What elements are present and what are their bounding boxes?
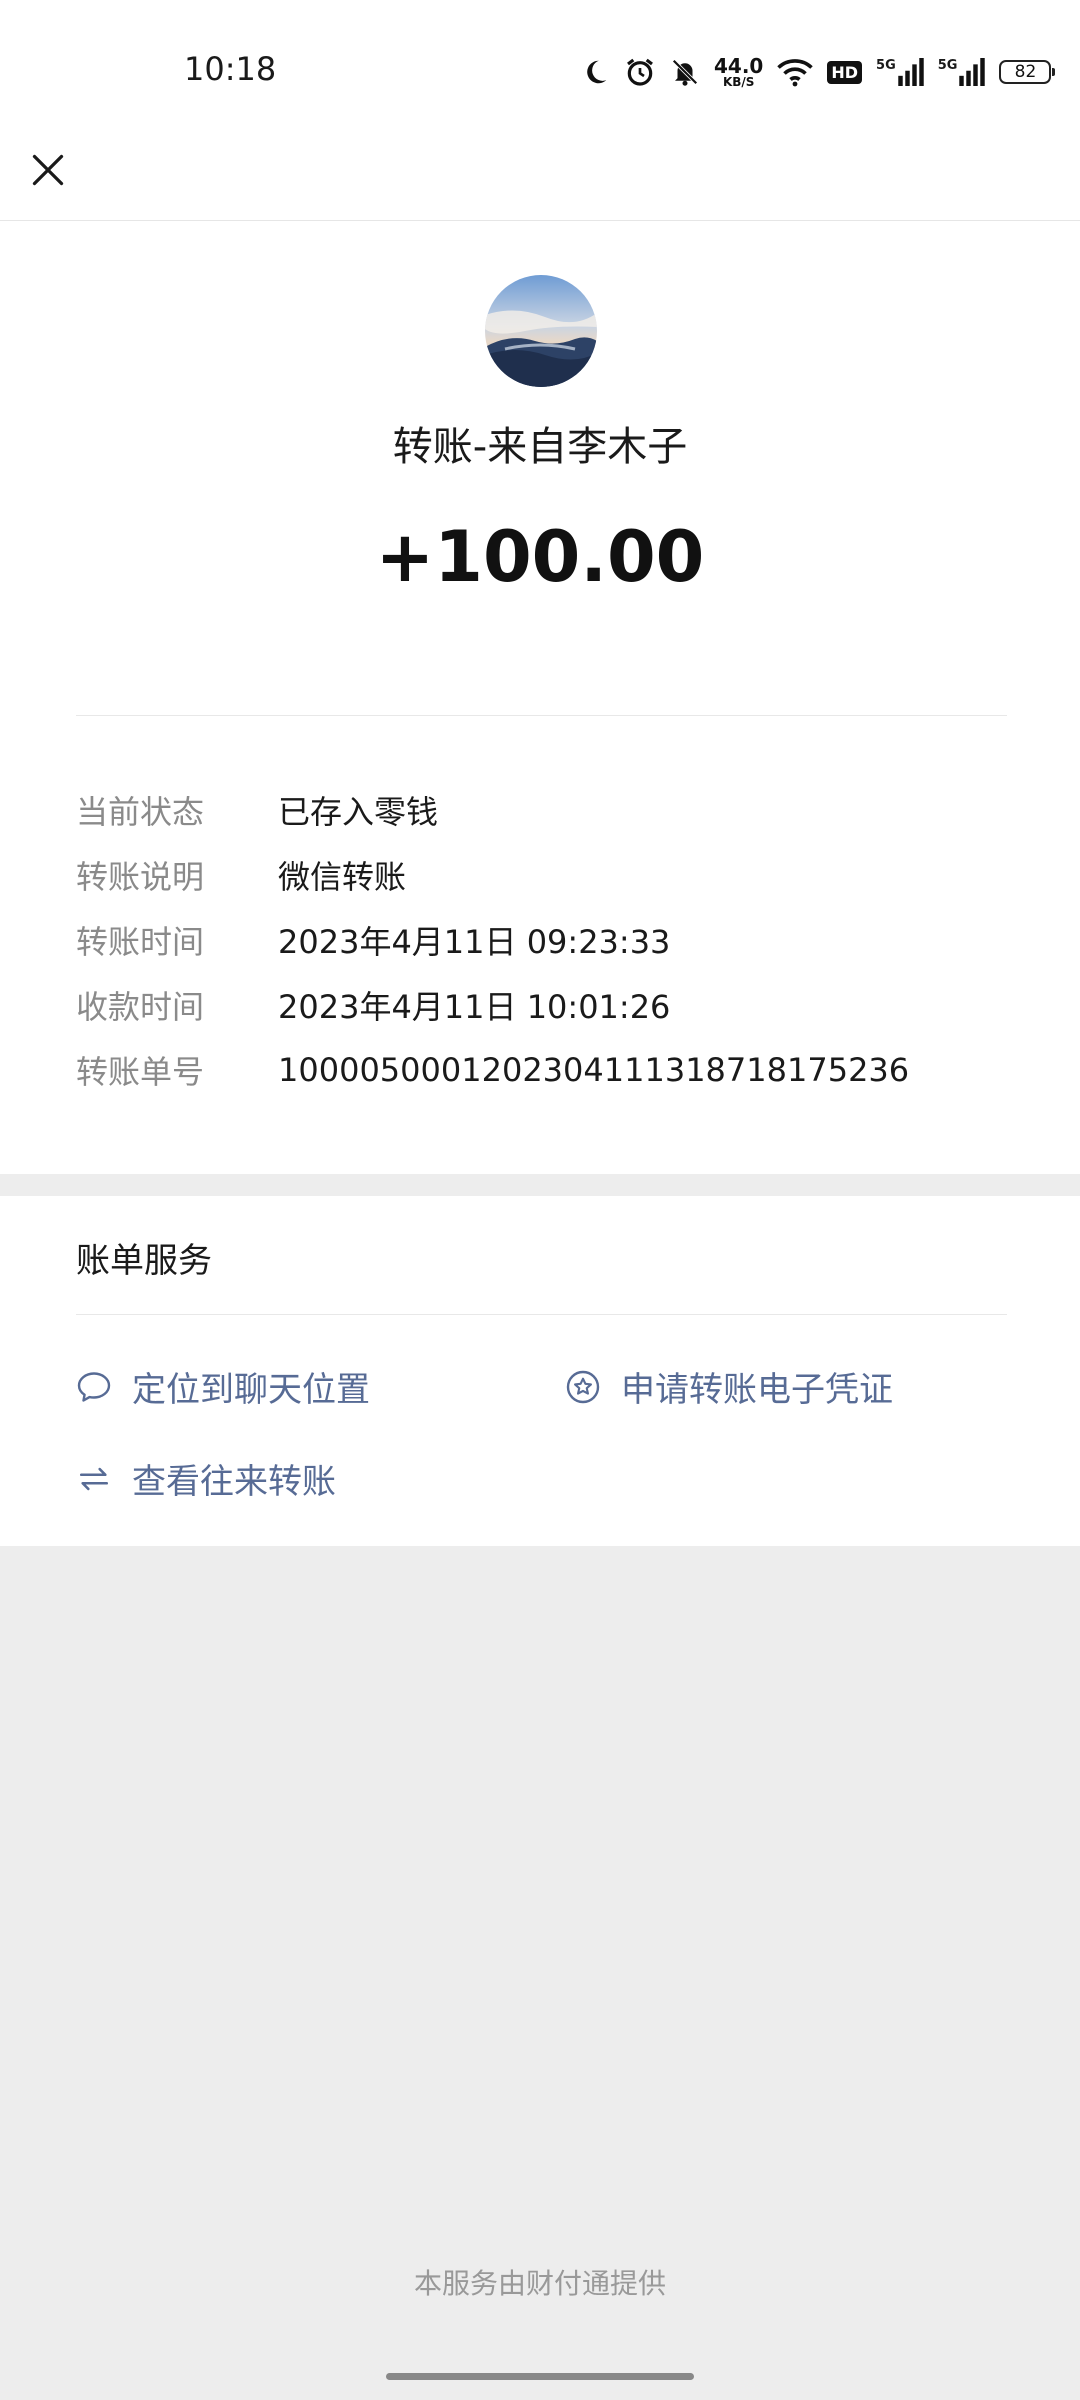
signal-label: 5G (937, 58, 958, 73)
hd-icon: HD (827, 60, 863, 84)
status-icons: 44.0 KB/S HD 5G 5G 82 (580, 50, 1056, 94)
detail-label: 收款时间 (76, 987, 205, 1026)
detail-value: 微信转账 (278, 857, 407, 896)
battery-level: 82 (1014, 62, 1037, 82)
divider (76, 1314, 1007, 1315)
chat-bubble-icon (76, 1369, 112, 1405)
wifi-icon (777, 57, 814, 87)
view-transfers-link[interactable]: 查看往来转账 (76, 1454, 336, 1503)
home-indicator[interactable] (386, 2373, 694, 2380)
moon-icon (580, 57, 610, 87)
locate-chat-link[interactable]: 定位到聊天位置 (76, 1362, 370, 1411)
divider (76, 715, 1007, 716)
transfer-details: 当前状态 已存入零钱 转账说明 微信转账 转账时间 2023年4月11日 09:… (76, 777, 1016, 1102)
transfer-title: 转账-来自李木子 (392, 424, 688, 470)
signal-5g-icon: 5G (938, 58, 986, 86)
detail-value: 已存入零钱 (278, 792, 439, 831)
mute-bell-icon (670, 56, 700, 88)
net-speed-unit: KB/S (722, 75, 755, 89)
detail-row-transfer-time: 转账时间 2023年4月11日 09:23:33 (76, 907, 1016, 972)
signal-5g-icon: 5G (876, 58, 924, 86)
detail-value[interactable]: 1000050001202304111318718175236 (278, 1051, 909, 1089)
locate-chat-label: 定位到聊天位置 (132, 1370, 370, 1410)
detail-row-transaction-id: 转账单号 1000050001202304111318718175236 (76, 1037, 1016, 1102)
apply-voucher-label: 申请转账电子凭证 (621, 1370, 893, 1410)
signal-label: 5G (876, 58, 896, 73)
star-badge-icon (565, 1369, 601, 1405)
detail-label: 转账时间 (76, 922, 205, 961)
net-speed-value: 44.0 (714, 54, 764, 78)
detail-row-status: 当前状态 已存入零钱 (76, 777, 1016, 842)
header (0, 144, 1080, 221)
detail-label: 转账单号 (76, 1052, 205, 1091)
net-speed: 44.0 KB/S (714, 56, 763, 88)
transfer-card: 转账-来自李木子 +100.00 当前状态 已存入零钱 转账说明 微信转账 转账… (0, 221, 1080, 1174)
detail-label: 当前状态 (76, 792, 205, 831)
alarm-icon (624, 56, 656, 88)
status-time: 10:18 (184, 50, 277, 88)
detail-row-description: 转账说明 微信转账 (76, 842, 1016, 907)
exchange-arrows-icon (76, 1461, 112, 1497)
footer-provider-text: 本服务由财付通提供 (413, 2267, 666, 2300)
detail-value: 2023年4月11日 10:01:26 (278, 987, 671, 1026)
avatar[interactable] (485, 275, 597, 387)
bill-services-card: 账单服务 定位到聊天位置 申请转账电子凭证 查看往来转账 (0, 1196, 1080, 1546)
battery-icon: 82 (999, 60, 1056, 84)
transfer-amount: +100.00 (375, 516, 705, 598)
services-title: 账单服务 (76, 1241, 212, 1281)
apply-voucher-link[interactable]: 申请转账电子凭证 (565, 1362, 893, 1411)
detail-label: 转账说明 (76, 857, 205, 896)
view-transfers-label: 查看往来转账 (132, 1462, 336, 1502)
detail-row-receive-time: 收款时间 2023年4月11日 10:01:26 (76, 972, 1016, 1037)
close-button[interactable] (20, 144, 76, 200)
status-bar: 10:18 44.0 KB/S HD 5G 5G 82 (0, 0, 1080, 144)
close-icon (30, 152, 66, 192)
detail-value: 2023年4月11日 09:23:33 (278, 922, 671, 961)
